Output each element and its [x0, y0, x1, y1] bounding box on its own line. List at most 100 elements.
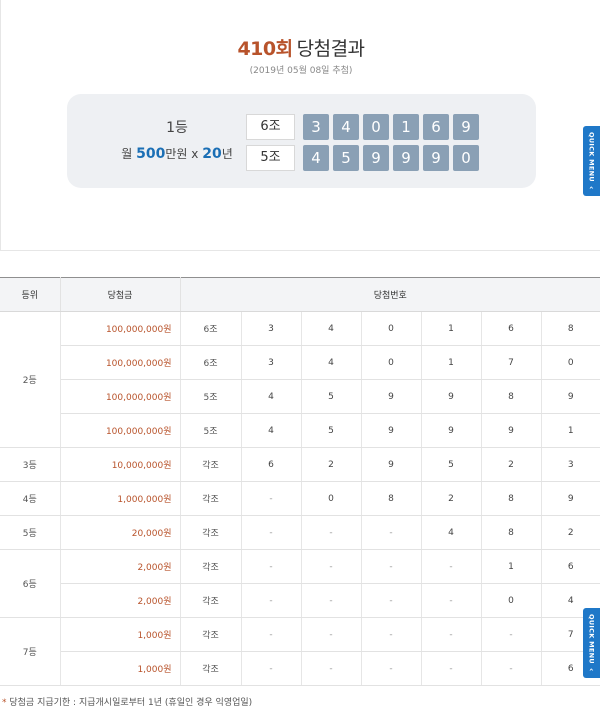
- prize-amount-cell: 20,000원: [60, 515, 181, 550]
- first-prize-number-row: 5조 4 5 9 9 9 0: [246, 145, 479, 171]
- quick-menu-label: QUICK MENU: [587, 614, 596, 665]
- digit-cell: -: [301, 583, 362, 618]
- digit-cell: 0: [301, 481, 362, 516]
- digit-cell: 9: [541, 379, 600, 414]
- digit-cell: 8: [481, 481, 542, 516]
- group-cell: 5조: [180, 413, 242, 448]
- years-value: 20: [202, 146, 222, 162]
- prize-amount-cell: 1,000원: [60, 617, 181, 652]
- digit-cell: -: [301, 549, 362, 584]
- rank-cell: 6등: [0, 549, 61, 618]
- digit-cell: -: [481, 617, 542, 652]
- digit-cell: 0: [481, 583, 542, 618]
- digit-cell: 0: [361, 311, 422, 346]
- digit-cell: -: [421, 651, 482, 686]
- draw-date: (2019년 05월 08일 추첨): [249, 66, 353, 76]
- rank-cell: 5등: [0, 515, 61, 550]
- group-cell: 각조: [180, 515, 242, 550]
- table-row: 4등 1,000,000원 각조 -0 8 2 8 9: [0, 481, 600, 516]
- digit-cell: 0: [361, 345, 422, 380]
- digit-cell: 2: [301, 447, 362, 482]
- number-ball: 9: [423, 145, 449, 171]
- digit-cell: 9: [421, 413, 482, 448]
- quick-menu-label: QUICK MENU: [587, 132, 596, 183]
- prize-amount-cell: 100,000,000원: [60, 413, 181, 448]
- first-prize-box: 1등 월 500만원 x 20년 6조 3 4 0 1 6 9 5조 4 5 9…: [67, 94, 536, 188]
- digit-cell: -: [241, 617, 302, 652]
- digit-cell: 4: [241, 413, 302, 448]
- digit-cell: 5: [421, 447, 482, 482]
- digit-cell: 2: [541, 515, 600, 550]
- digit-cell: 5: [301, 379, 362, 414]
- table-row: 1,000원 각조 - - - - -6: [0, 651, 600, 686]
- table-row: 6등 2,000원 각조 - - - -1 6: [0, 549, 600, 618]
- group-cell: 각조: [180, 617, 242, 652]
- prize-amount-cell: 10,000,000원: [60, 447, 181, 482]
- digit-cell: 9: [541, 481, 600, 516]
- first-prize-description: 1등 월 500만원 x 20년: [117, 117, 237, 162]
- digit-cell: -: [241, 583, 302, 618]
- table-row: 2,000원 각조 - - - -0 4: [0, 583, 600, 618]
- digit-cell: 2: [421, 481, 482, 516]
- header-numbers: 당첨번호: [180, 277, 600, 312]
- quick-menu-button[interactable]: QUICK MENU ‹: [583, 608, 600, 678]
- digit-cell: 3: [241, 345, 302, 380]
- digit-cell: 6: [241, 447, 302, 482]
- quick-menu-button[interactable]: QUICK MENU ‹: [583, 126, 600, 196]
- digit-cell: 0: [541, 345, 600, 380]
- number-ball: 4: [333, 114, 359, 140]
- digit-cell: 9: [361, 447, 422, 482]
- first-prize-amount: 월 500만원 x 20년: [117, 145, 237, 162]
- digit-cell: 1: [541, 413, 600, 448]
- monthly-prefix: 월: [121, 147, 133, 161]
- payment-deadline-note: * 당첨금 지급기한 : 지급개시일로부터 1년 (휴일인 경우 익영업일): [2, 695, 252, 708]
- number-ball: 0: [363, 114, 389, 140]
- number-ball: 5: [333, 145, 359, 171]
- table-row: 5등 20,000원 각조 - - -4 8 2: [0, 515, 600, 550]
- header-prize: 당첨금: [60, 277, 181, 312]
- digit-cell: -: [421, 583, 482, 618]
- digit-cell: -: [241, 651, 302, 686]
- digit-cell: 8: [481, 515, 542, 550]
- number-ball: 9: [393, 145, 419, 171]
- group-cell: 각조: [180, 481, 242, 516]
- number-ball: 1: [393, 114, 419, 140]
- group-label: 5조: [246, 145, 295, 171]
- number-ball: 0: [453, 145, 479, 171]
- digit-cell: 6: [541, 549, 600, 584]
- digit-cell: -: [361, 549, 422, 584]
- digit-cell: 1: [421, 311, 482, 346]
- digit-cell: 1: [421, 345, 482, 380]
- rank-cell: 7등: [0, 617, 61, 686]
- table-header-row: 등위 당첨금 당첨번호: [0, 277, 600, 312]
- digit-cell: 3: [241, 311, 302, 346]
- round-number: 410회: [237, 38, 293, 60]
- result-label: 당첨결과: [296, 38, 365, 60]
- group-cell: 각조: [180, 583, 242, 618]
- digit-cell: 9: [481, 413, 542, 448]
- group-cell: 각조: [180, 549, 242, 584]
- number-ball: 4: [303, 145, 329, 171]
- rank-cell: 3등: [0, 447, 61, 482]
- table-row: 3등 10,000,000원 각조 6 2 9 5 2 3: [0, 447, 600, 482]
- digit-cell: 3: [541, 447, 600, 482]
- group-cell: 각조: [180, 447, 242, 482]
- digit-cell: 9: [421, 379, 482, 414]
- first-prize-number-row: 6조 3 4 0 1 6 9: [246, 114, 479, 140]
- digit-cell: -: [301, 515, 362, 550]
- digit-cell: -: [421, 549, 482, 584]
- table-row: 2등 100,000,000원 6조 3 4 0 1 6 8: [0, 311, 600, 448]
- table-row: 7등 1,000원 각조 - - - - -7: [0, 617, 600, 686]
- digit-cell: -: [301, 651, 362, 686]
- digit-cell: 8: [481, 379, 542, 414]
- digit-cell: -: [361, 651, 422, 686]
- chevron-left-icon: ‹: [587, 668, 596, 672]
- monthly-amount: 500: [136, 146, 166, 162]
- digit-cell: 8: [361, 481, 422, 516]
- digit-cell: 2: [481, 447, 542, 482]
- prize-amount-cell: 100,000,000원: [60, 379, 181, 414]
- table-row: 100,000,000원 5조 4 5 9 9 9 1: [0, 413, 600, 448]
- rank-cell: 2등: [0, 311, 61, 448]
- digit-cell: 9: [361, 413, 422, 448]
- digit-cell: -: [301, 617, 362, 652]
